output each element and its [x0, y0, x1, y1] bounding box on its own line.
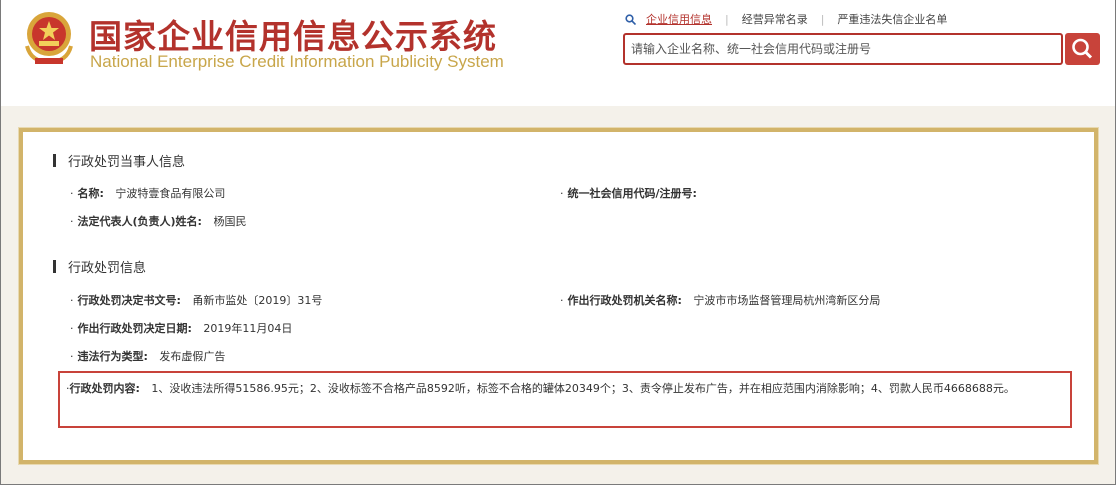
field-label: 作出行政处罚决定日期:: [77, 322, 192, 335]
legal-rep-field: · 法定代表人(负责人)姓名: 杨国民: [70, 215, 247, 228]
nav-link-enterprise-credit[interactable]: 企业信用信息: [646, 11, 712, 27]
top-nav: 企业信用信息 | 经营异常名录 | 严重违法失信企业名单: [625, 11, 947, 27]
field-label: 行政处罚决定书文号:: [77, 294, 181, 307]
authority-field: · 作出行政处罚机关名称: 宁波市市场监督管理局杭州湾新区分局: [560, 294, 881, 307]
search-input[interactable]: 请输入企业名称、统一社会信用代码或注册号: [623, 33, 1063, 65]
field-label: 法定代表人(负责人)姓名:: [77, 215, 202, 228]
nav-link-serious-violation-list[interactable]: 严重违法失信企业名单: [837, 11, 947, 27]
field-label: 统一社会信用代码/注册号:: [567, 187, 697, 200]
field-label: 名称:: [77, 187, 104, 200]
field-value: 杨国民: [213, 215, 247, 228]
decision-date-field: · 作出行政处罚决定日期: 2019年11月04日: [70, 322, 293, 335]
nav-divider: |: [820, 12, 825, 26]
site-subtitle-en: National Enterprise Credit Information P…: [90, 52, 504, 71]
nav-link-abnormal-list[interactable]: 经营异常名录: [742, 11, 808, 27]
violation-type-field: · 违法行为类型: 发布虚假广告: [70, 350, 226, 363]
field-value: 宁波特壹食品有限公司: [115, 187, 226, 200]
party-name-field: · 名称: 宁波特壹食品有限公司: [70, 187, 226, 200]
field-label: 作出行政处罚机关名称:: [567, 294, 682, 307]
field-value: 1、没收违法所得51586.95元；2、没收标签不合格产品8592听，标签不合格…: [151, 382, 1015, 395]
nav-divider: |: [725, 12, 729, 26]
field-value: 宁波市市场监督管理局杭州湾新区分局: [693, 294, 881, 307]
search-icon: [625, 13, 636, 25]
field-label: 违法行为类型:: [77, 350, 148, 363]
party-section-title: 行政处罚当事人信息: [68, 155, 186, 170]
party-section-heading: 行政处罚当事人信息: [53, 151, 185, 170]
site-title: 国家企业信用信息公示系统: [89, 17, 497, 56]
field-value: 2019年11月04日: [203, 322, 293, 335]
site-header: 国家企业信用信息公示系统 National Enterprise Credit …: [1, 0, 1115, 106]
field-label: 行政处罚内容:: [69, 382, 140, 395]
penalty-content-field: ·行政处罚内容: 1、没收违法所得51586.95元；2、没收标签不合格产品85…: [66, 382, 1015, 395]
penalty-section-title: 行政处罚信息: [68, 261, 147, 276]
national-emblem-icon: [25, 12, 73, 65]
search-button[interactable]: [1065, 33, 1100, 65]
search-icon: [1072, 38, 1093, 59]
field-value: 甬新市监处〔2019〕31号: [192, 294, 323, 307]
credit-code-field: · 统一社会信用代码/注册号:: [560, 187, 697, 200]
doc-number-field: · 行政处罚决定书文号: 甬新市监处〔2019〕31号: [70, 294, 323, 307]
heading-marker: [53, 260, 56, 273]
heading-marker: [53, 154, 56, 167]
field-value: 发布虚假广告: [159, 350, 226, 363]
penalty-section-heading: 行政处罚信息: [53, 257, 146, 276]
